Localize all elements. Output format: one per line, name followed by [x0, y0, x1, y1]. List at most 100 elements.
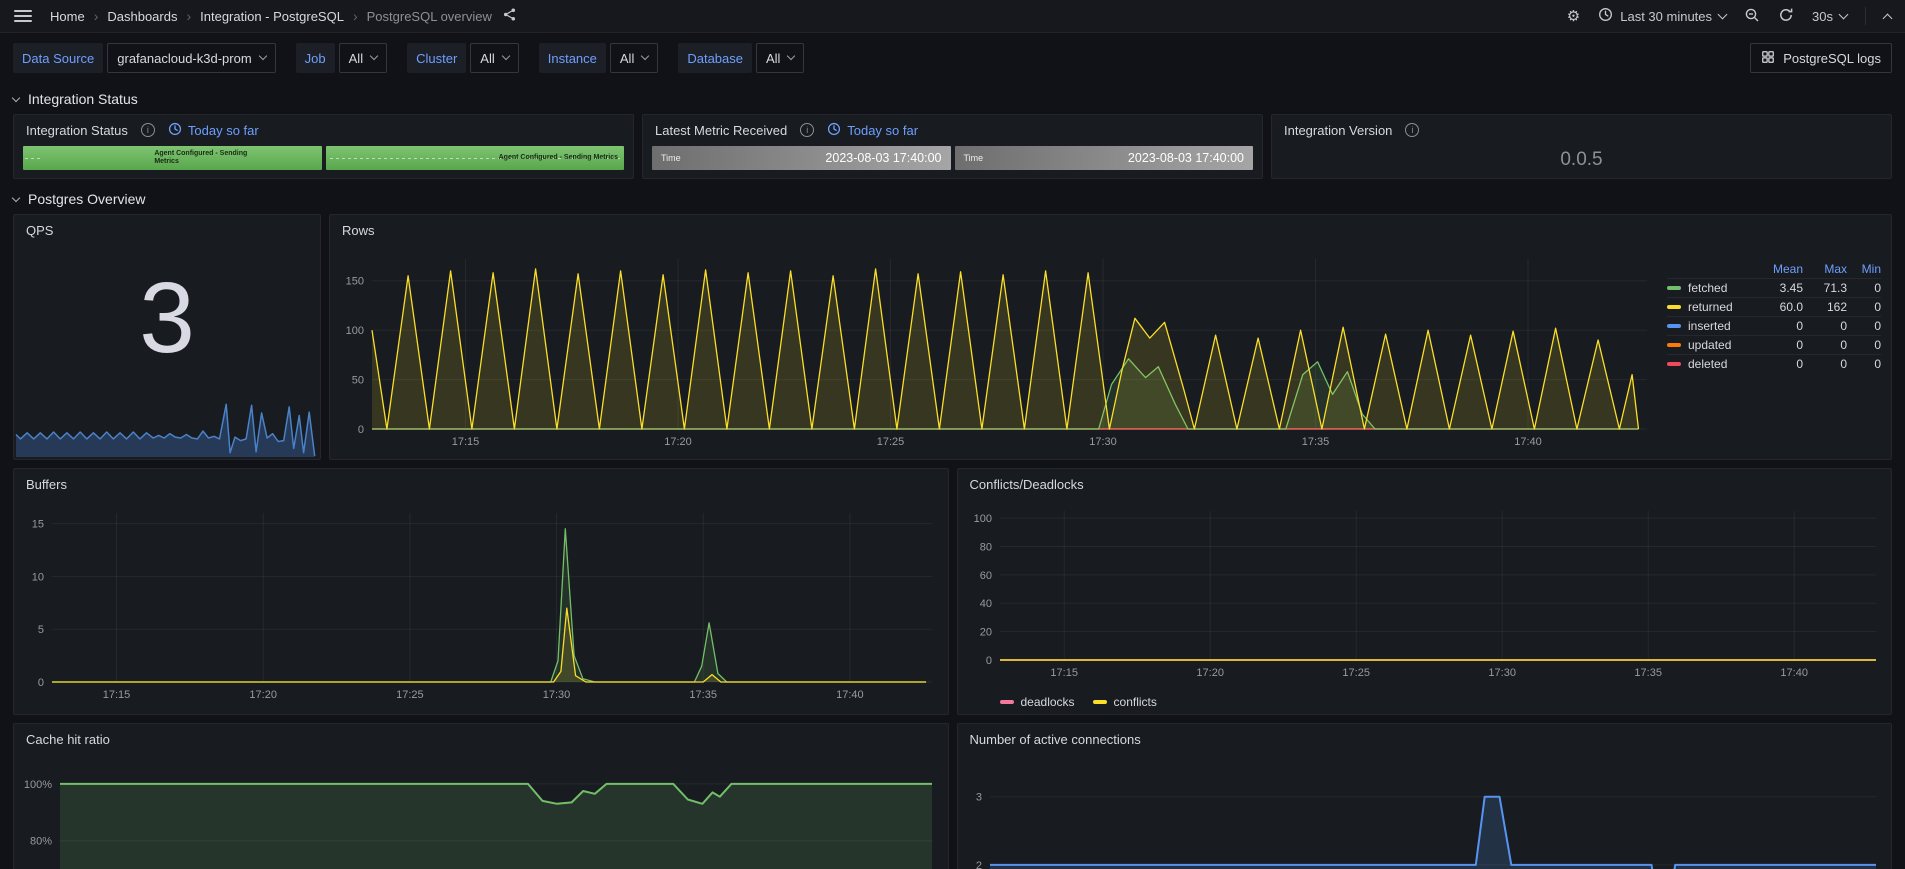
metric-bar-value: 2023-08-03 17:40:00: [825, 151, 942, 165]
conflicts-chart: 0 20 40 60 80 100 17:15 17:20 17:25 17:30 17:35 17:…: [960, 497, 1884, 686]
panel-cache-hit-ratio[interactable]: Cache hit ratio 100%80%60%: [13, 723, 949, 869]
dropdown-value: All: [619, 50, 635, 66]
breadcrumb-home[interactable]: Home: [50, 9, 85, 24]
info-icon[interactable]: i: [800, 123, 815, 137]
svg-text:17:15: 17:15: [452, 436, 480, 448]
dashboard-settings-icon[interactable]: ⚙: [1567, 9, 1580, 24]
panel-title: Cache hit ratio: [26, 731, 110, 747]
today-so-far-link[interactable]: Today so far: [168, 122, 259, 139]
cluster-dropdown[interactable]: All: [470, 43, 519, 73]
breadcrumb-folder[interactable]: Integration - PostgreSQL: [200, 9, 344, 24]
variables-bar: Data Source grafanacloud-k3d-prom Job Al…: [0, 33, 1905, 85]
svg-text:0: 0: [358, 424, 364, 436]
info-icon[interactable]: i: [140, 123, 155, 137]
filter-job: Job All: [295, 43, 388, 73]
legend-row-inserted[interactable]: inserted 0 0 0: [1667, 316, 1881, 335]
divider: [1865, 7, 1866, 25]
svg-text:17:15: 17:15: [1050, 667, 1078, 679]
legend-row-deleted[interactable]: deleted 0 0 0: [1667, 354, 1881, 373]
job-dropdown[interactable]: All: [338, 43, 388, 73]
filter-label[interactable]: Instance: [538, 43, 606, 73]
panel-conflicts-deadlocks[interactable]: Conflicts/Deadlocks 0 20 40 60 80 100 17:15 17:…: [956, 468, 1892, 715]
refresh-interval-picker[interactable]: 30s: [1812, 8, 1849, 24]
legend-max: 0: [1840, 338, 1847, 352]
zoom-out-icon[interactable]: [1744, 7, 1760, 26]
panel-buffers[interactable]: Buffers 0 5 10 15 17:15 17:20 17:25 17:30 17:35 1…: [13, 468, 949, 715]
status-bar[interactable]: Agent Configured - Sending Metrics: [325, 146, 624, 170]
metric-bar-label: Time: [661, 153, 681, 163]
instance-dropdown[interactable]: All: [609, 43, 659, 73]
filter-label[interactable]: Data Source: [13, 43, 104, 73]
legend-header-min[interactable]: Min: [1847, 262, 1881, 276]
collapse-topbar-icon[interactable]: [1882, 13, 1893, 23]
section-postgres-overview[interactable]: Postgres Overview: [0, 185, 1905, 214]
dropdown-value: All: [348, 50, 364, 66]
legend-mean: 0: [1796, 319, 1803, 333]
legend-item-deadlocks[interactable]: deadlocks: [999, 695, 1075, 709]
metric-time-bar[interactable]: Time 2023-08-03 17:40:00: [954, 146, 1253, 170]
info-icon[interactable]: i: [1405, 123, 1420, 137]
refresh-interval-label: 30s: [1812, 8, 1833, 24]
legend-series-label[interactable]: fetched: [1667, 281, 1757, 295]
svg-text:80%: 80%: [30, 836, 52, 848]
today-so-far-link[interactable]: Today so far: [827, 122, 918, 139]
chevron-down-icon: [369, 51, 379, 61]
section-integration-status[interactable]: Integration Status: [0, 85, 1905, 114]
svg-text:17:20: 17:20: [1196, 667, 1224, 679]
breadcrumb-separator: ›: [352, 8, 358, 24]
svg-text:17:35: 17:35: [689, 689, 717, 701]
legend-row-returned[interactable]: returned 60.0 162 0: [1667, 297, 1881, 316]
svg-text:17:30: 17:30: [1089, 436, 1117, 448]
legend-series-label[interactable]: updated: [1667, 338, 1757, 352]
share-icon[interactable]: [502, 7, 517, 25]
panel-active-connections[interactable]: Number of active connections 32: [956, 723, 1892, 869]
qps-sparkline: [15, 396, 319, 458]
panel-qps[interactable]: QPS 3: [13, 214, 321, 460]
legend-header-mean[interactable]: Mean: [1757, 262, 1803, 276]
panel-latest-metric: Latest Metric Received i Today so far Ti…: [642, 114, 1263, 179]
clock-icon: [1598, 7, 1613, 25]
data-source-dropdown[interactable]: grafanacloud-k3d-prom: [107, 43, 276, 73]
status-bar-label: Agent Configured - Sending Metrics: [154, 150, 248, 165]
svg-text:17:25: 17:25: [1342, 667, 1370, 679]
dropdown-value: All: [766, 50, 781, 66]
panel-title: Integration Status: [26, 122, 128, 138]
postgresql-logs-button[interactable]: PostgreSQL logs: [1750, 43, 1892, 73]
breadcrumb-current: PostgreSQL overview: [366, 8, 492, 24]
apps-grid-icon: [1761, 50, 1775, 67]
database-dropdown[interactable]: All: [756, 43, 805, 73]
menu-icon[interactable]: [14, 10, 32, 22]
svg-text:17:25: 17:25: [877, 436, 905, 448]
legend-series-label[interactable]: deleted: [1667, 357, 1757, 371]
legend-series-label[interactable]: inserted: [1667, 319, 1757, 333]
series-color-swatch: [999, 700, 1014, 704]
chevron-down-icon: [11, 93, 21, 102]
svg-text:40: 40: [979, 598, 991, 610]
refresh-icon[interactable]: [1778, 7, 1794, 26]
filter-label[interactable]: Job: [295, 43, 335, 73]
rows-legend: Mean Max Min fetched 3.45 71.3 0 returned 60.…: [1667, 259, 1881, 373]
legend-max: 0: [1840, 319, 1847, 333]
legend-mean: 0: [1796, 338, 1803, 352]
panel-rows[interactable]: Rows 0 50 100 150 17:15 17:20 17:25 17:30 17:35 1…: [329, 214, 1892, 460]
status-bar[interactable]: Agent Configured - Sending Metrics: [23, 146, 322, 170]
filter-label[interactable]: Cluster: [407, 43, 467, 73]
svg-text:17:15: 17:15: [103, 689, 131, 701]
svg-text:150: 150: [346, 276, 364, 288]
filter-label[interactable]: Database: [678, 43, 752, 73]
series-color-swatch: [1667, 305, 1681, 309]
metric-time-bar[interactable]: Time 2023-08-03 17:40:00: [652, 146, 951, 170]
legend-item-conflicts[interactable]: conflicts: [1092, 695, 1157, 709]
integration-version-value: 0.0.5: [1560, 149, 1603, 170]
status-bar-label: Agent Configured - Sending Metrics: [498, 154, 618, 161]
breadcrumb-separator: ›: [186, 8, 192, 24]
series-color-swatch: [1667, 286, 1681, 290]
time-range-picker[interactable]: Last 30 minutes: [1598, 7, 1728, 25]
legend-row-updated[interactable]: updated 0 0 0: [1667, 335, 1881, 354]
legend-row-fetched[interactable]: fetched 3.45 71.3 0: [1667, 278, 1881, 297]
svg-text:17:35: 17:35: [1302, 436, 1330, 448]
legend-header-max[interactable]: Max: [1803, 262, 1847, 276]
filter-data-source: Data Source grafanacloud-k3d-prom: [13, 43, 276, 73]
breadcrumb-dashboards[interactable]: Dashboards: [107, 9, 177, 24]
legend-series-label[interactable]: returned: [1667, 300, 1757, 314]
